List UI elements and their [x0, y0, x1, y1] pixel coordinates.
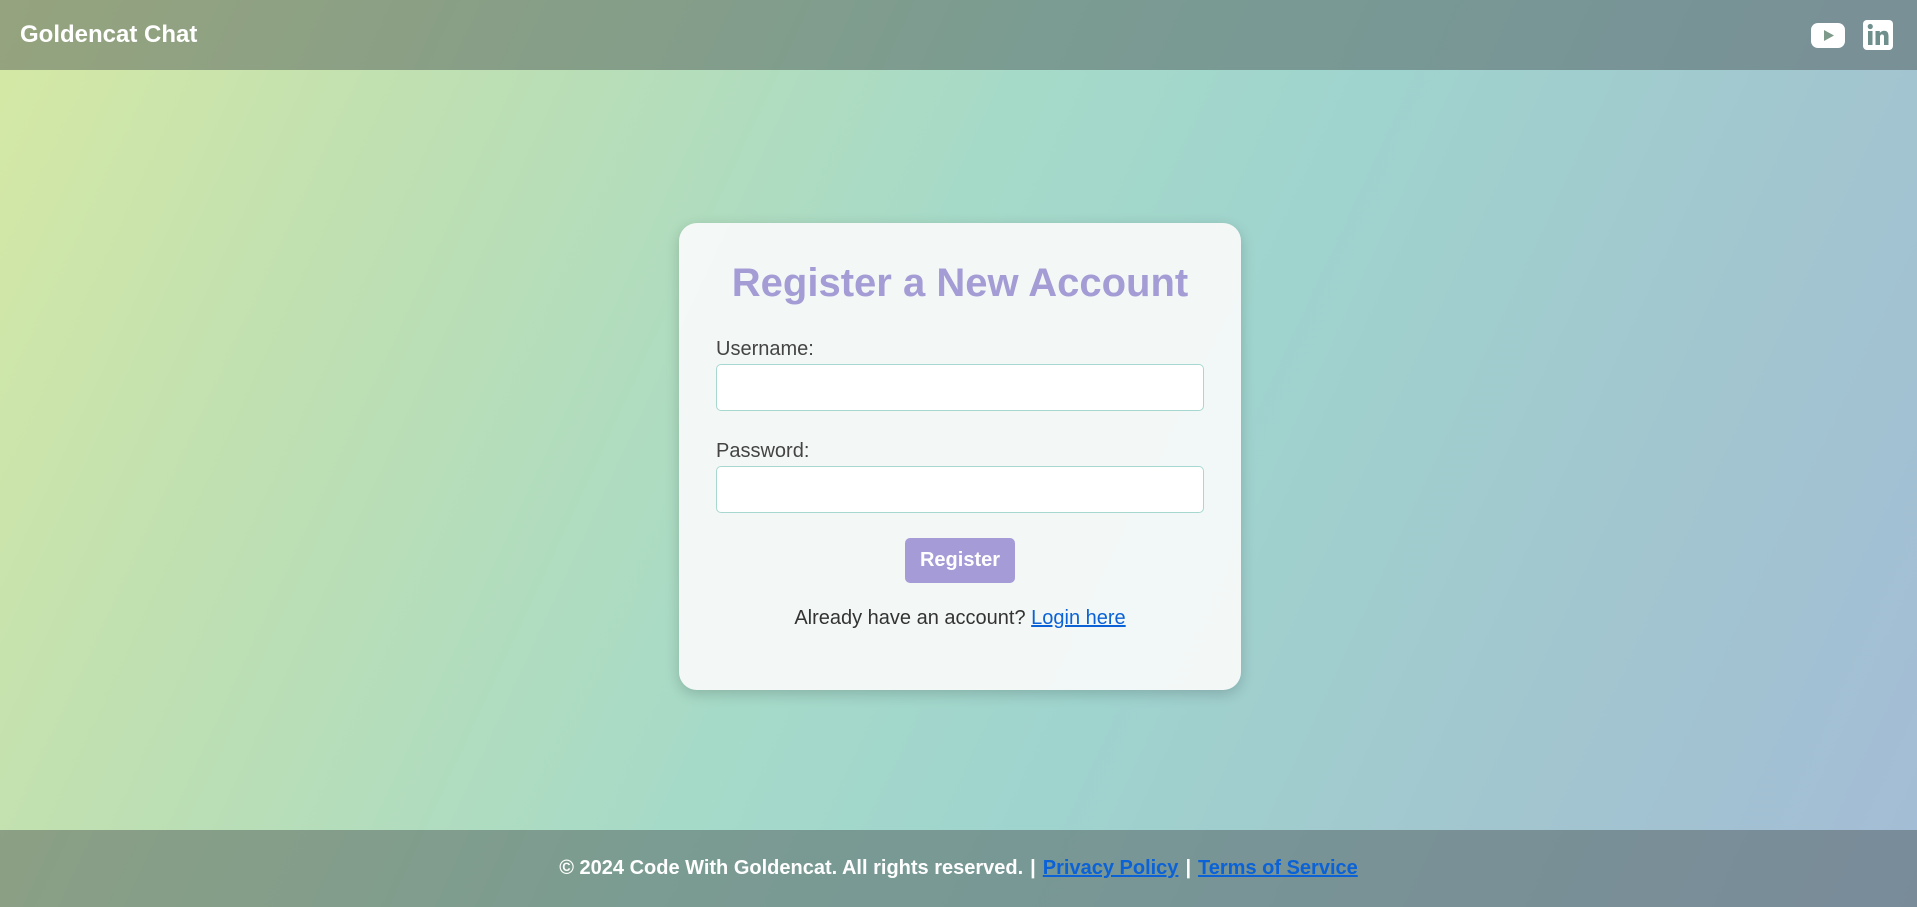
submit-row: Register	[716, 538, 1204, 583]
footer-separator: |	[1030, 857, 1036, 879]
youtube-link[interactable]	[1811, 22, 1845, 48]
copyright-text: © 2024 Code With Goldencat. All rights r…	[559, 857, 1024, 879]
linkedin-icon	[1863, 20, 1893, 50]
linkedin-link[interactable]	[1863, 20, 1893, 50]
password-label: Password:	[716, 440, 810, 462]
login-prompt-text: Already have an account?	[794, 607, 1026, 629]
login-link[interactable]: Login here	[1031, 607, 1126, 629]
register-card: Register a New Account Username: Passwor…	[679, 223, 1241, 690]
privacy-policy-link[interactable]: Privacy Policy	[1043, 857, 1179, 880]
form-title: Register a New Account	[731, 261, 1189, 305]
brand-title: Goldencat Chat	[20, 21, 198, 48]
username-label: Username:	[716, 338, 814, 360]
top-navbar: Goldencat Chat	[0, 0, 1917, 70]
page-footer: © 2024 Code With Goldencat. All rights r…	[0, 830, 1917, 907]
password-input[interactable]	[716, 466, 1204, 513]
youtube-icon	[1811, 22, 1845, 48]
login-prompt-row: Already have an account? Login here	[716, 607, 1204, 630]
terms-of-service-link[interactable]: Terms of Service	[1198, 857, 1358, 880]
social-links	[1811, 20, 1893, 50]
footer-separator: |	[1185, 857, 1192, 879]
username-input[interactable]	[716, 364, 1204, 411]
register-button[interactable]: Register	[905, 538, 1015, 583]
